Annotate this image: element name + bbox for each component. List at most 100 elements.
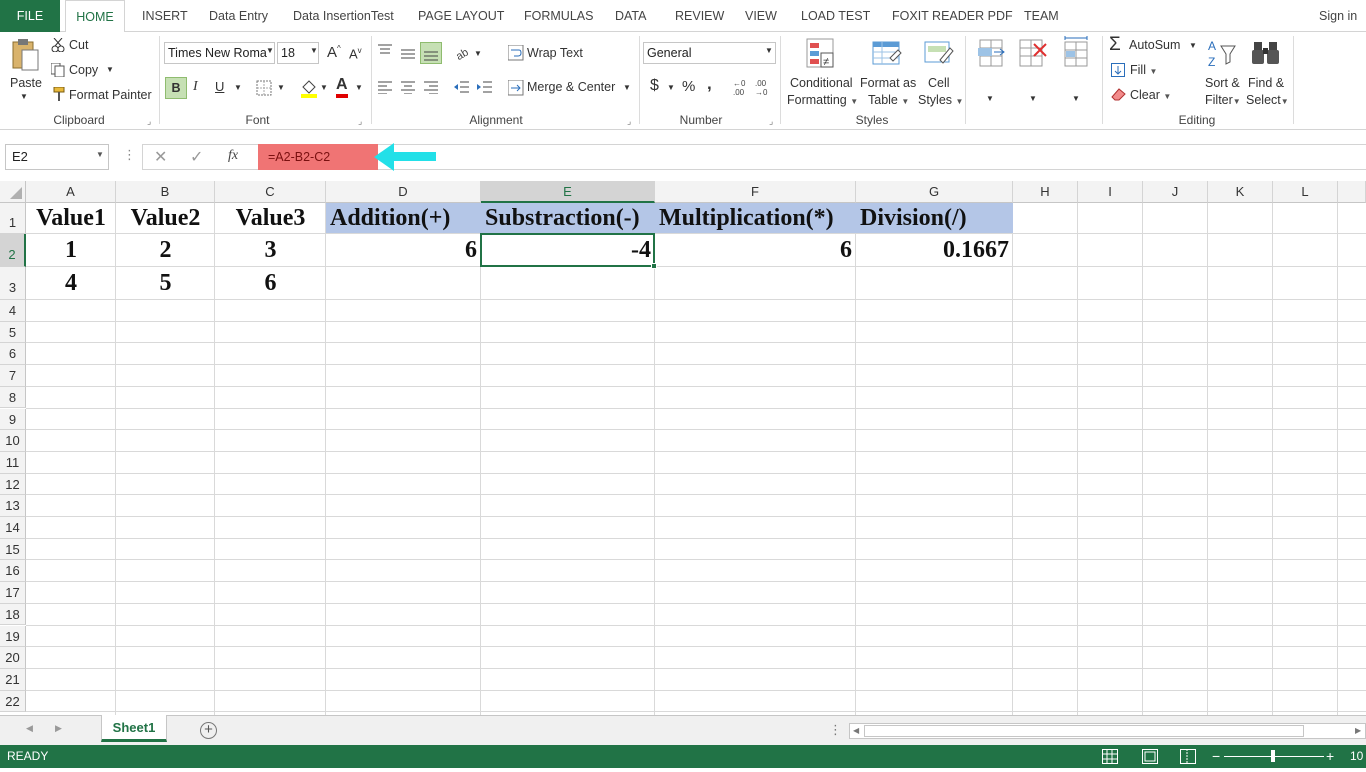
column-header-h[interactable]: H xyxy=(1013,181,1078,203)
orientation-icon[interactable]: ab xyxy=(454,44,473,63)
binoculars-icon[interactable] xyxy=(1251,38,1281,71)
tab-data[interactable]: DATA xyxy=(615,0,646,32)
formula-input[interactable]: =A2-B2-C2 xyxy=(258,144,378,170)
cell-b1[interactable]: Value2 xyxy=(116,203,215,234)
copy-button[interactable]: Copy xyxy=(69,63,98,77)
cell-e1[interactable]: Substraction(-) xyxy=(481,203,655,234)
tab-split-handle[interactable]: ⋮ xyxy=(829,722,842,738)
cell-styles-label2[interactable]: Styles ▼ xyxy=(918,93,963,107)
font-color-button[interactable]: A xyxy=(336,77,348,98)
zoom-slider-thumb[interactable] xyxy=(1271,750,1275,762)
chevron-down-icon[interactable]: ▼ xyxy=(1029,94,1037,103)
fill-button[interactable]: Fill ▼ xyxy=(1130,63,1157,77)
find-select-button[interactable]: Find & xyxy=(1248,76,1284,90)
row-header-16[interactable]: 16 xyxy=(0,560,26,583)
tab-file[interactable]: FILE xyxy=(0,0,60,32)
conditional-formatting-icon[interactable]: ≠ xyxy=(806,38,836,73)
fill-color-icon[interactable] xyxy=(300,78,318,101)
row-header-7[interactable]: 7 xyxy=(0,365,26,387)
cell-a3[interactable]: 4 xyxy=(26,267,116,300)
scroll-left-arrow-icon[interactable]: ◀ xyxy=(853,726,859,735)
paste-dropdown-icon[interactable]: ▼ xyxy=(20,92,28,101)
tab-view[interactable]: VIEW xyxy=(745,0,777,32)
chevron-down-icon[interactable]: ▼ xyxy=(986,94,994,103)
column-header-e[interactable]: E xyxy=(481,181,655,203)
row-header-4[interactable]: 4 xyxy=(0,300,26,322)
chevron-down-icon[interactable]: ▼ xyxy=(310,46,318,55)
add-sheet-button[interactable]: + xyxy=(200,722,217,739)
cell-g1[interactable]: Division(/) xyxy=(856,203,1013,234)
row-header-8[interactable]: 8 xyxy=(0,386,26,409)
tab-data-insertion-test[interactable]: Data InsertionTest xyxy=(293,0,394,32)
chevron-down-icon[interactable]: ▼ xyxy=(1189,41,1197,50)
sign-in-link[interactable]: Sign in xyxy=(1319,0,1357,32)
cell-f1[interactable]: Multiplication(*) xyxy=(655,203,856,234)
middle-align-icon[interactable] xyxy=(400,46,416,63)
chevron-down-icon[interactable]: ▼ xyxy=(765,46,773,55)
find-select-label2[interactable]: Select▼ xyxy=(1246,93,1289,107)
fill-icon[interactable] xyxy=(1111,63,1125,80)
cell-a1[interactable]: Value1 xyxy=(26,203,116,234)
comma-style-button[interactable]: , xyxy=(707,74,712,94)
cell-b3[interactable]: 5 xyxy=(116,267,215,300)
italic-button[interactable]: I xyxy=(193,79,198,95)
increase-decimal-icon[interactable]: ←0.00 xyxy=(733,78,751,99)
align-center-icon[interactable] xyxy=(400,80,416,97)
underline-button[interactable]: U xyxy=(215,79,224,94)
tab-insert[interactable]: INSERT xyxy=(142,0,188,32)
cut-icon[interactable] xyxy=(51,37,65,55)
tab-home[interactable]: HOME xyxy=(65,0,125,33)
row-header-22[interactable]: 22 xyxy=(0,690,26,713)
chevron-down-icon[interactable]: ▼ xyxy=(474,49,482,58)
clear-button[interactable]: Clear ▼ xyxy=(1130,88,1171,102)
chevron-down-icon[interactable]: ▼ xyxy=(623,83,631,92)
row-header-19[interactable]: 19 xyxy=(0,625,26,648)
align-left-icon[interactable] xyxy=(377,80,393,97)
top-align-icon[interactable] xyxy=(377,44,393,61)
chevron-down-icon[interactable]: ▼ xyxy=(277,83,285,92)
row-header-2[interactable]: 2 xyxy=(0,234,26,267)
fill-handle[interactable] xyxy=(651,263,657,269)
cell-c1[interactable]: Value3 xyxy=(215,203,326,234)
row-header-20[interactable]: 20 xyxy=(0,647,26,669)
chevron-down-icon[interactable]: ▼ xyxy=(266,46,274,55)
row-header-6[interactable]: 6 xyxy=(0,343,26,366)
chevron-down-icon[interactable]: ▼ xyxy=(234,83,242,92)
column-header-m[interactable] xyxy=(1338,181,1366,203)
chevron-down-icon[interactable]: ▼ xyxy=(355,83,363,92)
decrease-indent-icon[interactable] xyxy=(454,80,470,97)
align-right-icon[interactable] xyxy=(423,80,439,97)
bold-button[interactable]: B xyxy=(165,77,187,99)
scroll-left-icon[interactable]: ◀ xyxy=(26,723,33,734)
sort-filter-label2[interactable]: Filter▼ xyxy=(1205,93,1241,107)
cell-a2[interactable]: 1 xyxy=(26,234,116,267)
tab-foxit-reader-pdf[interactable]: FOXIT READER PDF xyxy=(892,0,1013,32)
column-header-k[interactable]: K xyxy=(1208,181,1273,203)
tab-team[interactable]: TEAM xyxy=(1024,0,1059,32)
cell-b2[interactable]: 2 xyxy=(116,234,215,267)
row-header-17[interactable]: 17 xyxy=(0,582,26,604)
format-as-table-button[interactable]: Format as xyxy=(860,76,916,90)
name-box-dropdown-icon[interactable]: ▼ xyxy=(96,150,104,159)
column-header-l[interactable]: L xyxy=(1273,181,1338,203)
cell-c3[interactable]: 6 xyxy=(215,267,326,300)
row-header-21[interactable]: 21 xyxy=(0,668,26,691)
format-painter-icon[interactable] xyxy=(51,86,65,104)
scroll-right-arrow-icon[interactable]: ▶ xyxy=(1355,726,1361,735)
format-as-table-icon[interactable] xyxy=(872,38,902,73)
cell-d1[interactable]: Addition(+) xyxy=(326,203,481,234)
bottom-align-icon[interactable] xyxy=(420,42,442,64)
number-format-dropdown[interactable]: General xyxy=(643,42,776,64)
insert-cells-icon[interactable] xyxy=(976,38,1006,73)
cell-g2[interactable]: 0.1667 xyxy=(856,234,1013,267)
row-header-11[interactable]: 11 xyxy=(0,451,26,474)
delete-cells-icon[interactable] xyxy=(1018,38,1048,73)
insert-function-button[interactable]: fx xyxy=(228,148,238,164)
zoom-level[interactable]: 10 xyxy=(1350,745,1363,768)
column-header-c[interactable]: C xyxy=(215,181,326,203)
row-header-18[interactable]: 18 xyxy=(0,603,26,626)
page-break-view-icon[interactable] xyxy=(1180,749,1196,772)
increase-font-size-button[interactable]: A^ xyxy=(327,44,341,61)
increase-indent-icon[interactable] xyxy=(477,80,493,97)
row-header-15[interactable]: 15 xyxy=(0,538,26,561)
